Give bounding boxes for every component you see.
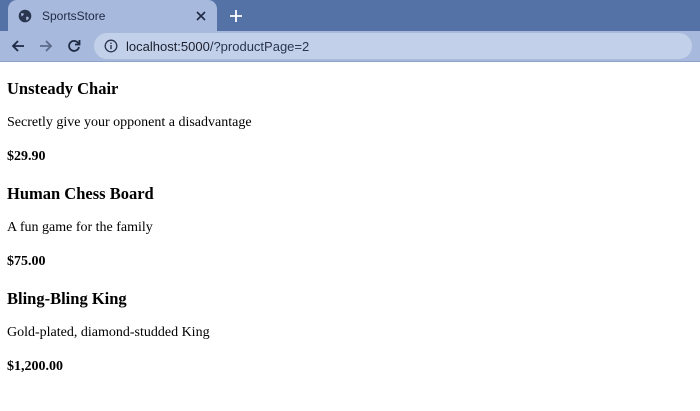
- product-price: $29.90: [7, 149, 46, 164]
- product-item: Unsteady Chair Secretly give your oppone…: [7, 62, 693, 167]
- forward-arrow-icon[interactable]: [34, 34, 58, 58]
- product-name: Human Chess Board: [7, 184, 154, 203]
- address-bar[interactable]: localhost:5000/?productPage=2: [94, 33, 692, 59]
- browser-chrome: SportsStore localhost:5000/?productPage=…: [0, 0, 700, 62]
- globe-icon: [18, 9, 32, 23]
- product-price: $75.00: [7, 254, 46, 269]
- close-icon[interactable]: [193, 8, 209, 24]
- back-arrow-icon[interactable]: [6, 34, 30, 58]
- info-icon[interactable]: [104, 39, 118, 53]
- product-name: Bling-Bling King: [7, 289, 127, 308]
- product-list: Unsteady Chair Secretly give your oppone…: [0, 62, 700, 377]
- product-item: Bling-Bling King Gold-plated, diamond-st…: [7, 272, 693, 377]
- product-name: Unsteady Chair: [7, 79, 119, 98]
- url-host: localhost:5000: [126, 38, 210, 54]
- product-item: Human Chess Board A fun game for the fam…: [7, 167, 693, 272]
- product-price: $1,200.00: [7, 359, 63, 374]
- browser-tab[interactable]: SportsStore: [8, 0, 217, 31]
- tab-title: SportsStore: [42, 8, 106, 23]
- product-description: Secretly give your opponent a disadvanta…: [7, 115, 252, 130]
- url-text: localhost:5000/?productPage=2: [126, 39, 309, 54]
- product-description: Gold-plated, diamond-studded King: [7, 325, 210, 340]
- tab-strip: SportsStore: [0, 0, 700, 31]
- product-description: A fun game for the family: [7, 220, 153, 235]
- browser-toolbar: localhost:5000/?productPage=2: [0, 31, 700, 62]
- new-tab-icon[interactable]: [226, 6, 246, 26]
- url-path: /?productPage=2: [209, 38, 310, 54]
- reload-icon[interactable]: [62, 34, 86, 58]
